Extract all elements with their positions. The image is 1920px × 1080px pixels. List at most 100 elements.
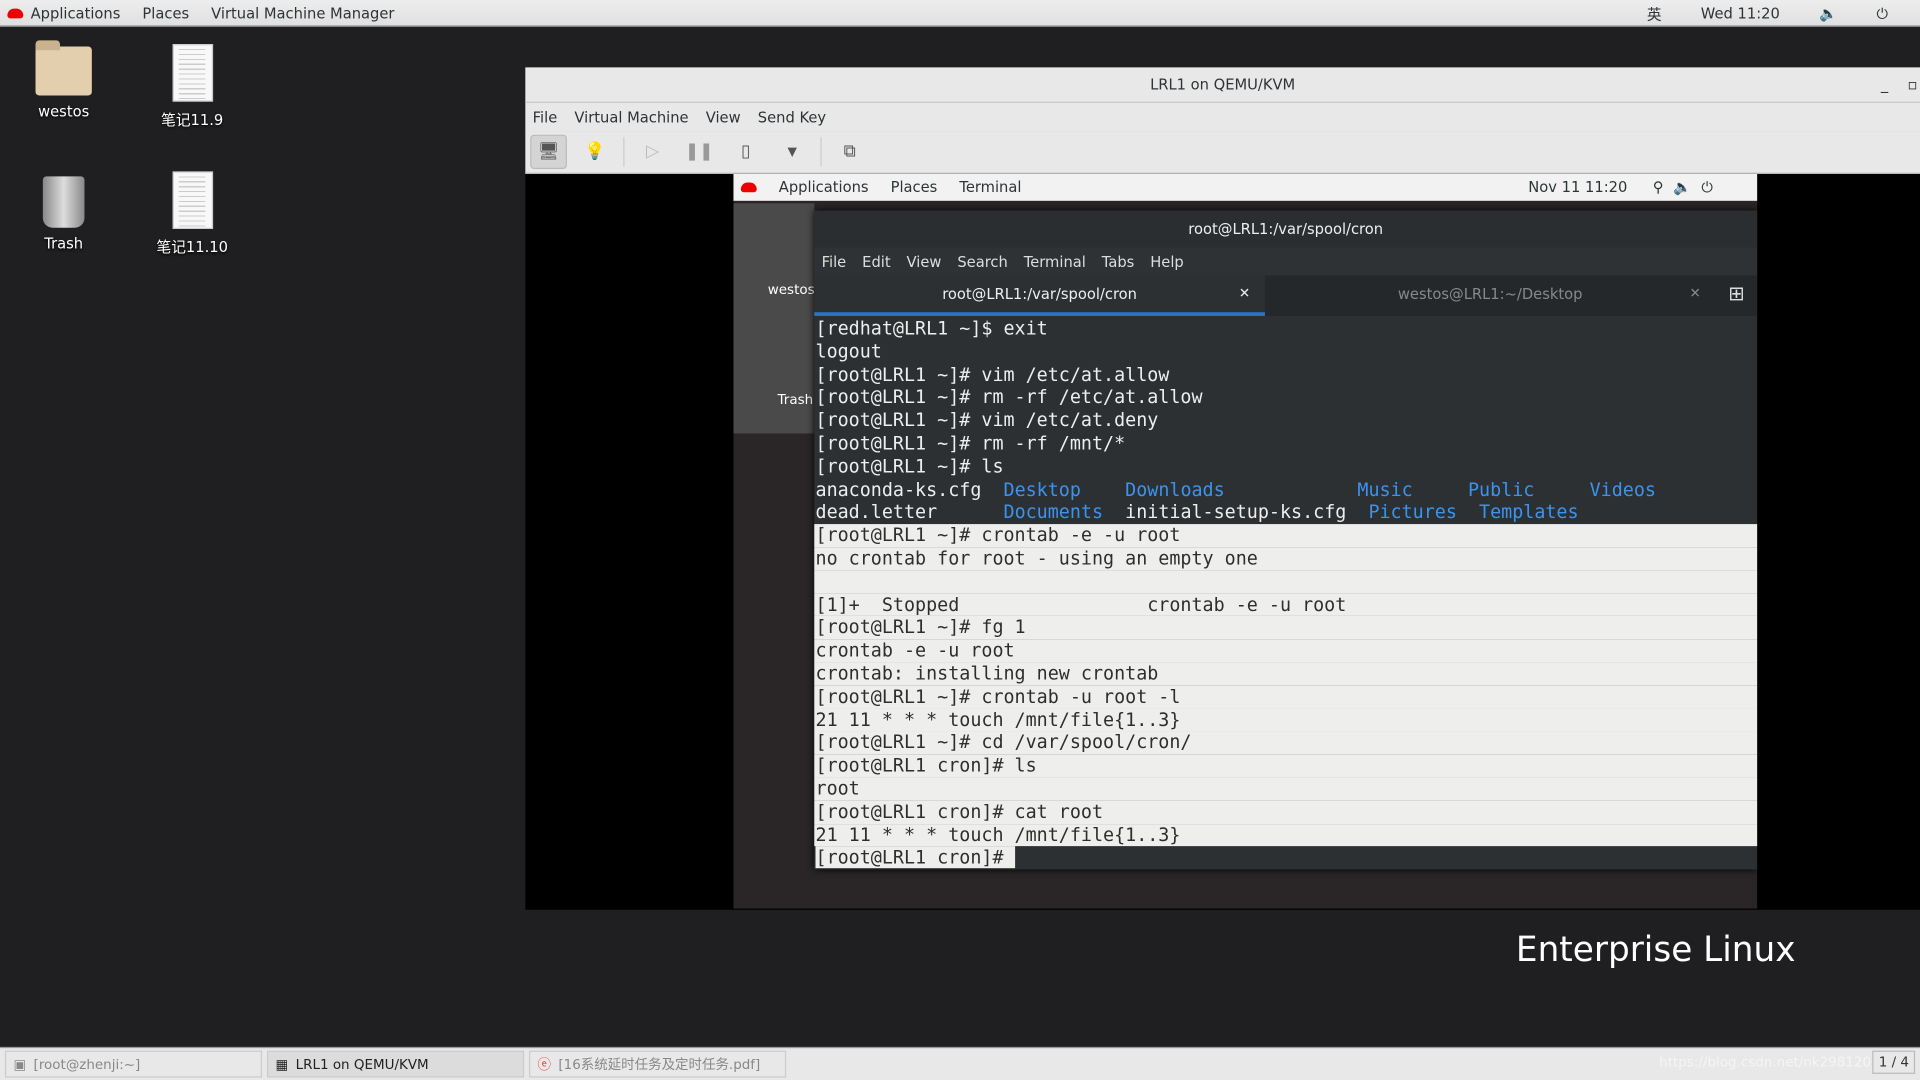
desktop-icon-note-11-9[interactable]: 笔记11.9 [137,44,247,130]
terminal-line: root [814,777,1758,801]
tab-westos-desktop[interactable]: westos@LRL1:~/Desktop ✕ [1265,276,1716,316]
pause-icon[interactable]: ❚❚ [681,135,718,169]
text: no crontab for root - using an empty one [815,547,1258,570]
guest-top-bar: Applications Places Terminal Nov 11 11:2… [733,173,1758,201]
terminal-title-bar: root@LRL1:/var/spool/cron [814,210,1758,248]
terminal-line: [root@LRL1 cron]# [814,846,1757,870]
text [1534,478,1589,500]
console-icon[interactable]: 🖥 [530,134,567,169]
places-menu[interactable]: Places [142,4,189,21]
guest-status-icons[interactable]: ⚲🔈⏻ [1653,178,1723,196]
text [1413,478,1468,500]
vm-window: LRL1 on QEMU/KVM _ ▫ File Virtual Machin… [525,67,1920,910]
menu-file[interactable]: File [822,253,847,270]
terminal-line: crontab: installing new crontab [814,662,1758,686]
dir-entry: Videos [1589,478,1656,501]
terminal-line: [root@LRL1 ~]# rm -rf /etc/at.allow [814,386,1757,409]
terminal-line: logout [814,340,1757,363]
maximize-button[interactable]: ▫ [1908,67,1918,103]
menu-search[interactable]: Search [957,253,1007,270]
text: [root@LRL1 ~]# fg 1 [815,616,1026,639]
terminal-line: [root@LRL1 ~]# rm -rf /mnt/* [814,432,1757,455]
guest-applications-menu[interactable]: Applications [779,179,869,196]
menu-terminal[interactable]: Terminal [1024,253,1086,270]
menu-virtual-machine[interactable]: Virtual Machine [574,108,688,125]
terminal-menubar: File Edit View Search Terminal Tabs Help [814,247,1758,276]
menu-edit[interactable]: Edit [862,253,890,270]
text: crontab -e -u root [815,639,1015,662]
task-pdf[interactable]: ⓔ [16系统延时任务及定时任务.pdf] [528,1050,787,1078]
text: [root@LRL1 ~]# vim /etc/at.deny [815,409,1159,432]
close-icon[interactable]: ✕ [1239,276,1250,313]
task-vm[interactable]: ▦ LRL1 on QEMU/KVM [266,1050,525,1078]
workspace-indicator[interactable]: 1 / 4 [1872,1050,1916,1074]
terminal-title: root@LRL1:/var/spool/cron [1188,220,1384,238]
minimize-button[interactable]: _ [1881,67,1888,103]
text: [1]+ Stopped crontab -e -u root [815,593,1347,616]
applications-menu[interactable]: Applications [31,4,121,21]
text [1225,478,1358,500]
guest-terminal-menu[interactable]: Terminal [959,179,1021,196]
terminal-line: [root@LRL1 ~]# ls [814,455,1757,478]
menu-view[interactable]: View [907,253,942,270]
text: [redhat@LRL1 ~]$ exit [815,317,1048,340]
terminal-line: [root@LRL1 ~]# vim /etc/at.deny [814,409,1757,432]
guest-icon-westos[interactable]: westos [768,282,815,298]
text [1081,478,1125,500]
dir-entry: Downloads [1125,478,1225,501]
menu-file[interactable]: File [533,108,558,125]
terminal-line: [redhat@LRL1 ~]$ exit [814,317,1757,340]
top-bar: Applications Places Virtual Machine Mana… [0,0,1920,27]
guest-screen[interactable]: Applications Places Terminal Nov 11 11:2… [733,173,1758,909]
dir-entry: Documents [1003,501,1104,524]
app-menu[interactable]: Virtual Machine Manager [211,4,394,21]
clock[interactable]: Wed 11:20 [1701,5,1780,22]
input-method[interactable]: 英 [1647,3,1662,24]
terminal-line: [root@LRL1 cron]# cat root [814,800,1758,824]
terminal-line: 21 11 * * * touch /mnt/file{1..3} [814,823,1758,847]
new-tab-icon[interactable]: ⊞ [1716,276,1758,316]
desktop-icon-westos[interactable]: westos [9,40,119,121]
details-bulb-icon[interactable]: 💡 [577,135,614,169]
text [1457,501,1479,523]
fullscreen-icon[interactable]: ⧉ [831,135,868,169]
desktop-icon-note-11-10[interactable]: 笔记11.10 [137,171,247,257]
terminal-output[interactable]: [redhat@LRL1 ~]$ exit logout [root@LRL1 ~]… [814,316,1758,870]
terminal-line: [root@LRL1 ~]# crontab -e -u root [814,524,1758,548]
desktop-icon-trash[interactable]: Trash [9,176,119,252]
menu-help[interactable]: Help [1150,253,1184,270]
terminal-window: root@LRL1:/var/spool/cron File Edit View… [814,210,1758,870]
text: 21 11 * * * touch /mnt/file{1..3} [815,823,1181,846]
tab-root-cron[interactable]: root@LRL1:/var/spool/cron ✕ [814,275,1265,316]
icon-label: 笔记11.10 [156,238,228,256]
text: [root@LRL1 ~]# rm -rf /mnt/* [815,432,1126,455]
document-icon [172,44,213,102]
terminal-line: crontab -e -u root [814,639,1758,663]
guest-places-menu[interactable]: Places [891,179,938,196]
dir-entry: Public [1467,478,1535,501]
close-icon[interactable]: ✕ [1690,276,1701,313]
volume-icon[interactable]: 🔈 [1819,5,1837,22]
terminal-line: [root@LRL1 ~]# cd /var/spool/cron/ [814,731,1758,755]
menu-send-key[interactable]: Send Key [758,108,826,125]
menu-view[interactable]: View [706,108,741,125]
text: [root@LRL1 ~]# cd /var/spool/cron/ [815,731,1192,754]
text: [root@LRL1 ~]# crontab -u root -l [815,685,1181,708]
guest-clock[interactable]: Nov 11 11:20 [1528,179,1627,196]
guest-icon-trash[interactable]: Trash [778,392,814,408]
terminal-line: dead.letter Documents initial-setup-ks.c… [814,501,1757,524]
text: anaconda-ks.cfg [815,478,1004,501]
run-icon[interactable]: ▷ [634,135,671,169]
chevron-down-icon[interactable]: ▼ [774,135,811,169]
divider [623,137,625,167]
home-folder-icon [35,40,92,96]
power-icon[interactable]: ⏻ [1877,4,1889,22]
terminal-line: [1]+ Stopped crontab -e -u root [814,593,1758,617]
icon-label: westos [38,102,90,121]
menu-tabs[interactable]: Tabs [1102,253,1135,270]
task-terminal[interactable]: ▣ [root@zhenji:~] [4,1050,263,1078]
terminal-line: [root@LRL1 ~]# vim /etc/at.allow [814,363,1757,386]
terminal-line: anaconda-ks.cfg Desktop Downloads Music … [814,478,1757,501]
shutdown-icon[interactable]: ▯ [727,135,764,169]
vm-title-bar: LRL1 on QEMU/KVM _ ▫ [525,67,1920,103]
